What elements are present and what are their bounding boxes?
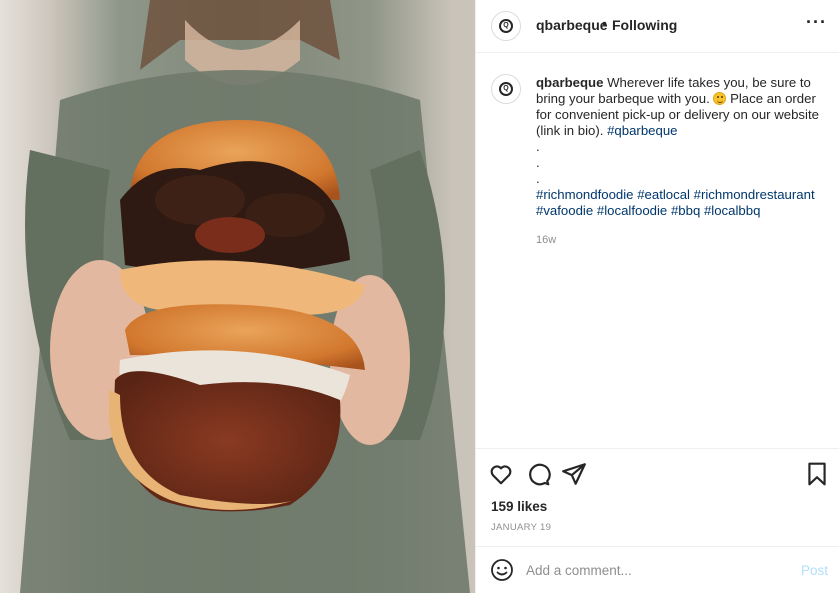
caption-dot: . bbox=[536, 171, 540, 186]
caption-dot: . bbox=[536, 139, 540, 154]
hashtag-link[interactable]: #richmondrestaurant bbox=[694, 187, 815, 202]
hashtag-link[interactable]: #eatlocal bbox=[637, 187, 690, 202]
caption-text: qbarbeque Wherever life takes you, be su… bbox=[536, 75, 826, 219]
hashtag-link[interactable]: #bbq bbox=[671, 203, 700, 218]
caption-avatar[interactable]: Q bbox=[491, 74, 521, 104]
post-date[interactable]: JANUARY 19 bbox=[491, 522, 551, 533]
heart-icon[interactable] bbox=[488, 461, 514, 487]
post-detail-panel: Q qbarbeque • Following ··· Q qbarbeque … bbox=[475, 0, 839, 593]
hashtag-link[interactable]: #richmondfoodie bbox=[536, 187, 634, 202]
caption-username[interactable]: qbarbeque bbox=[536, 75, 603, 90]
smiley-face-icon[interactable] bbox=[490, 558, 514, 582]
qbarbeque-logo-icon: Q bbox=[499, 19, 513, 33]
comment-input[interactable] bbox=[526, 559, 781, 581]
likes-count[interactable]: 159 likes bbox=[491, 499, 547, 514]
hashtag-link[interactable]: #localfoodie bbox=[597, 203, 667, 218]
sandwich-illustration bbox=[0, 0, 475, 593]
header-username[interactable]: qbarbeque bbox=[536, 17, 608, 33]
following-button[interactable]: Following bbox=[612, 17, 677, 33]
action-bar: 159 likes JANUARY 19 bbox=[476, 448, 839, 546]
hashtag-link[interactable]: #localbbq bbox=[704, 203, 760, 218]
slightly-smiling-face-icon bbox=[713, 92, 727, 105]
header-separator: • bbox=[602, 15, 607, 31]
more-options-icon[interactable]: ··· bbox=[806, 12, 827, 33]
post-comment-button[interactable]: Post bbox=[801, 563, 828, 578]
post-photo[interactable] bbox=[0, 0, 475, 593]
caption-timestamp[interactable]: 16w bbox=[536, 234, 556, 246]
comment-bar: Post bbox=[476, 546, 839, 593]
caption-dot: . bbox=[536, 155, 540, 170]
comment-bubble-icon[interactable] bbox=[525, 461, 551, 487]
qbarbeque-logo-icon: Q bbox=[499, 82, 513, 96]
post-header: Q qbarbeque • Following ··· bbox=[476, 0, 839, 53]
hashtag-link[interactable]: #vafoodie bbox=[536, 203, 593, 218]
bookmark-icon[interactable] bbox=[804, 461, 830, 487]
caption-area: Q qbarbeque Wherever life takes you, be … bbox=[476, 54, 839, 448]
hashtag-link[interactable]: #qbarbeque bbox=[607, 123, 677, 138]
paper-plane-share-icon[interactable] bbox=[561, 461, 587, 487]
avatar[interactable]: Q bbox=[491, 11, 521, 41]
